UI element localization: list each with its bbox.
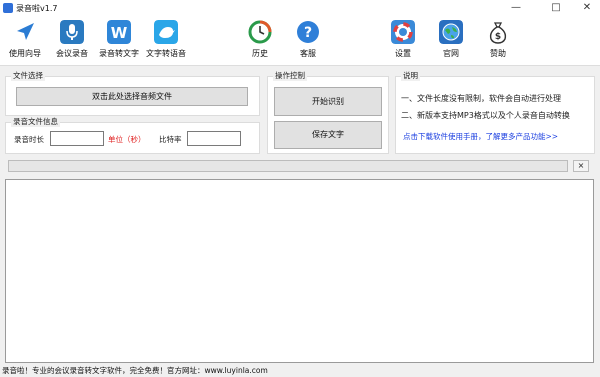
globe-icon xyxy=(439,20,463,44)
bird-speech-icon xyxy=(154,20,178,44)
manual-download-link[interactable]: 点击下载软件使用手册，了解更多产品功能>> xyxy=(403,131,558,142)
duration-unit-label: 单位（秒） xyxy=(108,135,146,144)
duration-field[interactable] xyxy=(50,131,104,146)
notes-line-1: 一、文件长度没有限制，软件会自动进行处理 xyxy=(401,94,561,103)
audio-info-panel: 录音文件信息 录音时长 单位（秒） 比特率 xyxy=(5,116,260,154)
operation-panel: 操作控制 开始识别 保存文字 xyxy=(267,70,389,154)
notes-title: 说明 xyxy=(401,70,420,81)
transcript-text-area[interactable] xyxy=(5,179,594,363)
notes-panel: 说明 一、文件长度没有限制，软件会自动进行处理 二、新版本支持MP3格式以及个人… xyxy=(395,70,595,154)
history-clock-icon xyxy=(248,20,272,44)
microphone-icon xyxy=(60,20,84,44)
bitrate-label: 比特率 xyxy=(159,135,182,144)
navigate-arrow-icon xyxy=(17,23,34,40)
progress-bar xyxy=(8,160,568,172)
close-window-button[interactable]: ✕ xyxy=(576,0,598,16)
svg-text:W: W xyxy=(111,24,128,42)
clear-progress-button[interactable]: × xyxy=(573,160,589,172)
minimize-button[interactable]: — xyxy=(505,0,527,16)
lifebuoy-settings-icon xyxy=(391,20,415,44)
svg-text:$: $ xyxy=(495,32,501,42)
app-logo-icon xyxy=(3,3,13,13)
word-w-icon: W xyxy=(107,20,131,44)
tool-customer-service[interactable]: ? 客服 xyxy=(283,16,333,66)
tool-sponsor-label: 赞助 xyxy=(490,49,506,58)
duration-label: 录音时长 xyxy=(14,135,44,144)
audio-info-title: 录音文件信息 xyxy=(11,116,60,127)
notes-line-2: 二、新版本支持MP3格式以及个人录音自动转换 xyxy=(401,111,570,120)
choose-audio-file-button[interactable]: 双击此处选择音频文件 xyxy=(16,87,248,106)
tool-text-to-speech-label: 文字转语音 xyxy=(146,49,186,58)
svg-text:?: ? xyxy=(304,25,312,41)
tool-customer-service-label: 客服 xyxy=(300,49,316,58)
start-recognition-button[interactable]: 开始识别 xyxy=(274,87,382,116)
title-bar: 录音啦v1.7 — □ ✕ xyxy=(0,0,600,16)
status-bar: 录音啦！专业的会议录音转文字软件，完全免费！官方网址：www.luyinla.c… xyxy=(2,366,268,375)
maximize-button[interactable]: □ xyxy=(545,0,567,16)
bitrate-field[interactable] xyxy=(187,131,241,146)
toolbar: 使用向导 会议录音 W 录音转文字 文字转语音 历史 ? 客服 设置 官网 $ … xyxy=(0,16,600,66)
operation-title: 操作控制 xyxy=(273,70,307,81)
tool-sponsor[interactable]: $ 赞助 xyxy=(473,16,523,66)
window-title: 录音啦v1.7 xyxy=(16,4,58,13)
file-select-panel: 文件选择 双击此处选择音频文件 xyxy=(5,70,260,116)
question-icon: ? xyxy=(297,21,319,43)
save-text-button[interactable]: 保存文字 xyxy=(274,121,382,149)
tool-text-to-speech[interactable]: 文字转语音 xyxy=(141,16,191,66)
money-bag-icon: $ xyxy=(489,22,507,44)
file-select-title: 文件选择 xyxy=(11,70,45,81)
